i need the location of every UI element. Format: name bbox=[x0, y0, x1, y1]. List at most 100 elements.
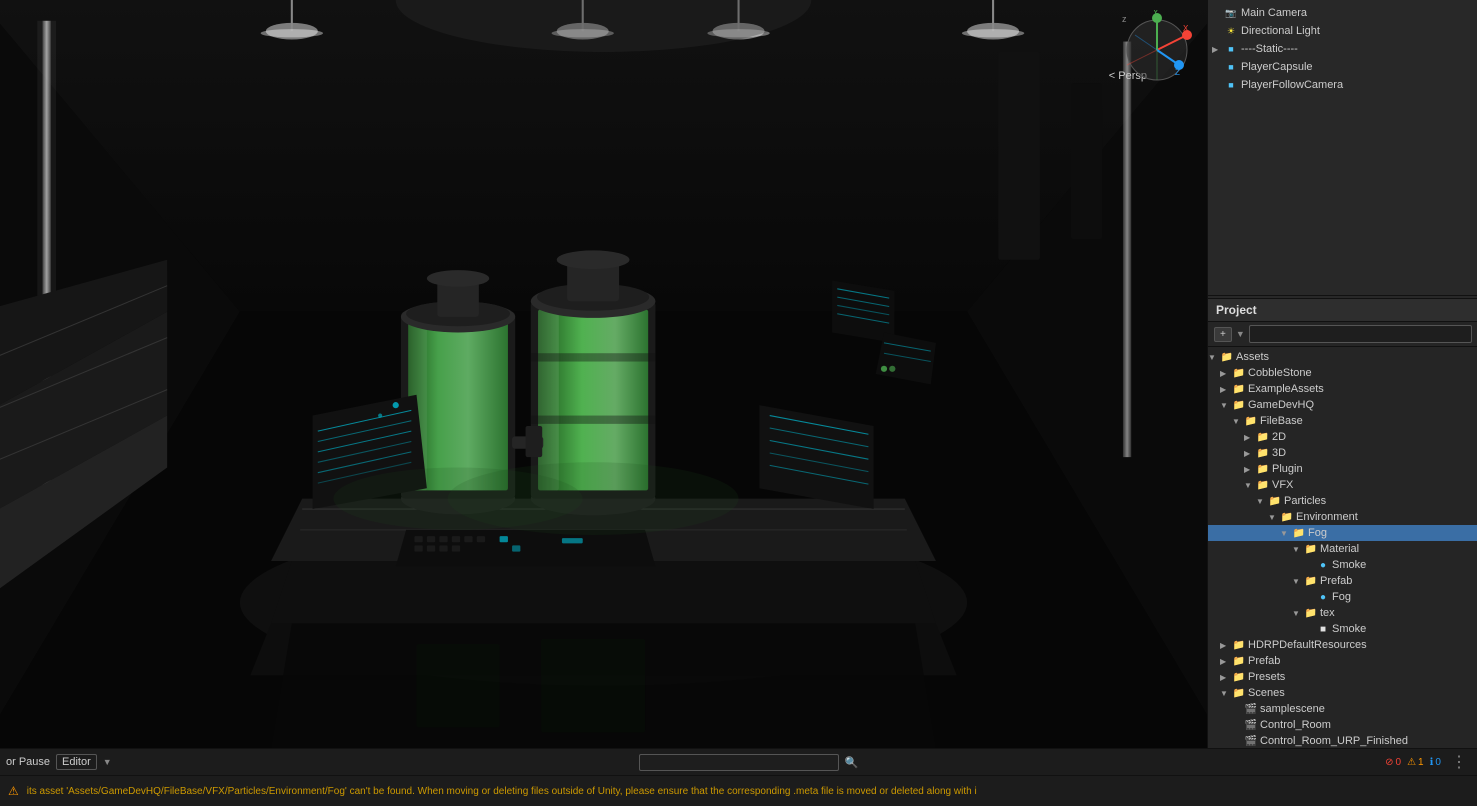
tree-label-19: Prefab bbox=[1248, 655, 1280, 667]
tree-label-3: GameDevHQ bbox=[1248, 399, 1314, 411]
arrow-static: ▶ bbox=[1212, 45, 1224, 54]
project-search-input[interactable] bbox=[1249, 325, 1472, 343]
project-toolbar: + ▼ bbox=[1208, 322, 1477, 347]
info-icon: ℹ bbox=[1430, 757, 1434, 768]
hierarchy-item-follow-camera[interactable]: ■ PlayerFollowCamera bbox=[1208, 76, 1477, 94]
tree-arrow-21: ▼ bbox=[1220, 689, 1232, 698]
tree-item-24[interactable]: 🎬Control_Room_URP_Finished bbox=[1208, 733, 1477, 748]
panel-divider bbox=[1208, 295, 1477, 296]
tree-item-18[interactable]: ▶📁HDRPDefaultResources bbox=[1208, 637, 1477, 653]
console-warn-icon: ⚠ bbox=[8, 784, 19, 798]
tree-item-6[interactable]: ▶📁3D bbox=[1208, 445, 1477, 461]
hierarchy-section: 📷 Main Camera ☀ Directional Light ▶ ■ --… bbox=[1208, 0, 1477, 293]
project-tree[interactable]: ▼📁Assets▶📁CobbleStone▶📁ExampleAssets▼📁Ga… bbox=[1208, 347, 1477, 748]
tree-item-8[interactable]: ▼📁VFX bbox=[1208, 477, 1477, 493]
tree-label-12: Material bbox=[1320, 543, 1359, 555]
tree-item-2[interactable]: ▶📁ExampleAssets bbox=[1208, 381, 1477, 397]
label-dir-light: Directional Light bbox=[1241, 25, 1320, 37]
tree-icon-14: 📁 bbox=[1304, 574, 1318, 588]
tree-item-0[interactable]: ▼📁Assets bbox=[1208, 349, 1477, 365]
pause-label: or Pause bbox=[6, 756, 50, 768]
tree-item-20[interactable]: ▶📁Presets bbox=[1208, 669, 1477, 685]
tree-item-19[interactable]: ▶📁Prefab bbox=[1208, 653, 1477, 669]
tree-icon-3: 📁 bbox=[1232, 398, 1246, 412]
hierarchy-item-main-camera[interactable]: 📷 Main Camera bbox=[1208, 4, 1477, 22]
tree-item-3[interactable]: ▼📁GameDevHQ bbox=[1208, 397, 1477, 413]
scene-gizmo[interactable]: X Y Z z bbox=[1117, 10, 1197, 90]
tree-item-16[interactable]: ▼📁tex bbox=[1208, 605, 1477, 621]
tree-icon-13: ● bbox=[1316, 558, 1330, 572]
tree-icon-21: 📁 bbox=[1232, 686, 1246, 700]
hierarchy-item-dir-light[interactable]: ☀ Directional Light bbox=[1208, 22, 1477, 40]
tree-icon-16: 📁 bbox=[1304, 606, 1318, 620]
tree-label-16: tex bbox=[1320, 607, 1335, 619]
hierarchy-item-static[interactable]: ▶ ■ ----Static---- bbox=[1208, 40, 1477, 58]
tree-item-4[interactable]: ▼📁FileBase bbox=[1208, 413, 1477, 429]
tree-item-9[interactable]: ▼📁Particles bbox=[1208, 493, 1477, 509]
tree-item-1[interactable]: ▶📁CobbleStone bbox=[1208, 365, 1477, 381]
tree-arrow-19: ▶ bbox=[1220, 657, 1232, 666]
cube-icon-follow-cam: ■ bbox=[1224, 78, 1238, 92]
tree-arrow-16: ▼ bbox=[1292, 609, 1304, 618]
error-count: 0 bbox=[1396, 757, 1402, 768]
tree-item-15[interactable]: ●Fog bbox=[1208, 589, 1477, 605]
editor-button[interactable]: Editor bbox=[56, 754, 97, 770]
svg-text:Y: Y bbox=[1153, 10, 1159, 17]
svg-text:z: z bbox=[1122, 14, 1127, 24]
more-button[interactable]: ⋮ bbox=[1447, 752, 1471, 772]
tree-item-7[interactable]: ▶📁Plugin bbox=[1208, 461, 1477, 477]
tree-icon-19: 📁 bbox=[1232, 654, 1246, 668]
tree-label-24: Control_Room_URP_Finished bbox=[1260, 735, 1408, 747]
hierarchy-item-player-capsule[interactable]: ■ PlayerCapsule bbox=[1208, 58, 1477, 76]
tree-icon-22: 🎬 bbox=[1244, 702, 1258, 716]
tree-item-12[interactable]: ▼📁Material bbox=[1208, 541, 1477, 557]
project-add-button[interactable]: + bbox=[1214, 327, 1232, 342]
warn-badge[interactable]: ⚠ 1 bbox=[1407, 757, 1424, 768]
tree-label-1: CobbleStone bbox=[1248, 367, 1312, 379]
tree-label-20: Presets bbox=[1248, 671, 1285, 683]
right-panel: 📷 Main Camera ☀ Directional Light ▶ ■ --… bbox=[1207, 0, 1477, 748]
info-count: 0 bbox=[1435, 757, 1441, 768]
tree-label-14: Prefab bbox=[1320, 575, 1352, 587]
tree-item-17[interactable]: ■Smoke bbox=[1208, 621, 1477, 637]
main-row: < Persp X Y Z bbox=[0, 0, 1477, 748]
cube-icon-static: ■ bbox=[1224, 42, 1238, 56]
tree-arrow-0: ▼ bbox=[1208, 353, 1220, 362]
tree-arrow-4: ▼ bbox=[1232, 417, 1244, 426]
label-main-camera: Main Camera bbox=[1241, 7, 1307, 19]
tree-label-0: Assets bbox=[1236, 351, 1269, 363]
console-search-input[interactable] bbox=[639, 754, 839, 771]
tree-arrow-14: ▼ bbox=[1292, 577, 1304, 586]
warn-count: 1 bbox=[1418, 757, 1424, 768]
tree-icon-20: 📁 bbox=[1232, 670, 1246, 684]
tree-item-23[interactable]: 🎬Control_Room bbox=[1208, 717, 1477, 733]
tree-item-14[interactable]: ▼📁Prefab bbox=[1208, 573, 1477, 589]
tree-label-11: Fog bbox=[1308, 527, 1327, 539]
info-badge[interactable]: ℹ 0 bbox=[1430, 757, 1441, 768]
scene-viewport[interactable]: < Persp X Y Z bbox=[0, 0, 1207, 748]
tree-arrow-10: ▼ bbox=[1268, 513, 1280, 522]
tree-item-21[interactable]: ▼📁Scenes bbox=[1208, 685, 1477, 701]
tree-icon-8: 📁 bbox=[1256, 478, 1270, 492]
tree-arrow-3: ▼ bbox=[1220, 401, 1232, 410]
main-layout: < Persp X Y Z bbox=[0, 0, 1477, 806]
tree-arrow-5: ▶ bbox=[1244, 433, 1256, 442]
bottom-toolbar: or Pause Editor ▼ 🔍 ⊘ 0 ⚠ 1 ℹ 0 bbox=[0, 749, 1477, 776]
tree-label-7: Plugin bbox=[1272, 463, 1303, 475]
label-static: ----Static---- bbox=[1241, 43, 1298, 55]
editor-dropdown-icon[interactable]: ▼ bbox=[103, 757, 112, 767]
tree-item-13[interactable]: ●Smoke bbox=[1208, 557, 1477, 573]
tree-arrow-2: ▶ bbox=[1220, 385, 1232, 394]
dropdown-arrow-icon: ▼ bbox=[1236, 329, 1245, 339]
tree-arrow-9: ▼ bbox=[1256, 497, 1268, 506]
camera-icon-main: 📷 bbox=[1224, 6, 1238, 20]
tree-item-11[interactable]: ▼📁Fog bbox=[1208, 525, 1477, 541]
tree-label-22: samplescene bbox=[1260, 703, 1325, 715]
project-header: Project bbox=[1208, 299, 1477, 322]
tree-icon-12: 📁 bbox=[1304, 542, 1318, 556]
tree-item-5[interactable]: ▶📁2D bbox=[1208, 429, 1477, 445]
error-badge[interactable]: ⊘ 0 bbox=[1385, 757, 1401, 768]
tree-item-22[interactable]: 🎬samplescene bbox=[1208, 701, 1477, 717]
tree-container: ▼📁Assets▶📁CobbleStone▶📁ExampleAssets▼📁Ga… bbox=[1208, 349, 1477, 748]
tree-item-10[interactable]: ▼📁Environment bbox=[1208, 509, 1477, 525]
